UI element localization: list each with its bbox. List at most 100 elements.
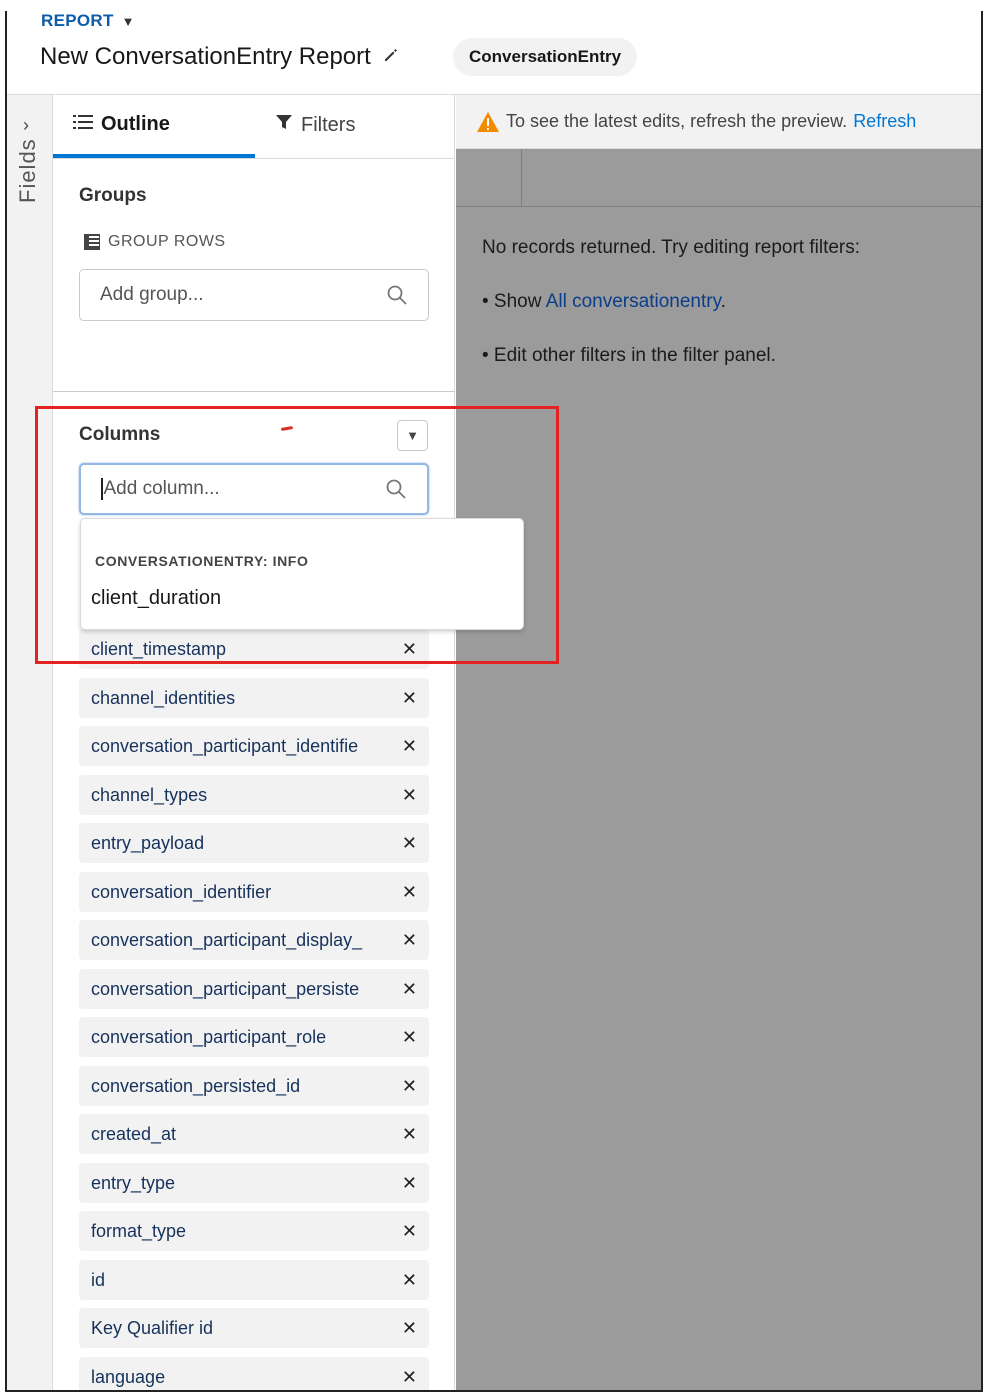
report-header: REPORT ▼ New ConversationEntry Report Co… xyxy=(7,11,981,95)
column-label: conversation_participant_identifie xyxy=(91,735,359,756)
dropdown-option[interactable]: client_duration xyxy=(91,587,221,610)
report-type-badge: ConversationEntry xyxy=(453,38,638,76)
column-item[interactable]: conversation_persisted_id ✕ xyxy=(79,1066,429,1106)
group-rows-text: GROUP ROWS xyxy=(108,233,226,250)
tab-filters[interactable]: Filters xyxy=(275,113,355,137)
remove-icon[interactable]: ✕ xyxy=(402,1076,417,1097)
column-item[interactable]: conversation_participant_persiste ✕ xyxy=(79,969,429,1009)
refresh-link[interactable]: Refresh xyxy=(853,111,916,132)
column-label: conversation_participant_display_ xyxy=(91,929,363,950)
fields-rail[interactable]: › Fields xyxy=(7,95,53,1390)
report-preview: To see the latest edits, refresh the pre… xyxy=(456,95,981,1390)
remove-icon[interactable]: ✕ xyxy=(402,833,417,854)
column-item[interactable]: format_type ✕ xyxy=(79,1211,429,1251)
show-all-link[interactable]: All conversationentry xyxy=(546,291,721,312)
column-item[interactable]: conversation_participant_role ✕ xyxy=(79,1017,429,1057)
column-label: created_at xyxy=(91,1123,177,1144)
report-type-menu[interactable]: REPORT ▼ xyxy=(41,11,135,31)
remove-icon[interactable]: ✕ xyxy=(402,1367,417,1388)
column-item[interactable]: id ✕ xyxy=(79,1260,429,1300)
column-item[interactable]: conversation_identifier ✕ xyxy=(79,872,429,912)
remove-icon[interactable]: ✕ xyxy=(402,1221,417,1242)
remove-icon[interactable]: ✕ xyxy=(402,1027,417,1048)
header-cell xyxy=(456,149,522,207)
report-title-text: New ConversationEntry Report xyxy=(40,43,371,70)
column-label: conversation_persisted_id xyxy=(91,1075,301,1096)
app-window: REPORT ▼ New ConversationEntry Report Co… xyxy=(5,11,983,1392)
column-label: conversation_participant_role xyxy=(91,1026,327,1047)
remove-icon[interactable]: ✕ xyxy=(402,1318,417,1339)
column-item[interactable]: entry_payload ✕ xyxy=(79,823,429,863)
chevron-right-icon[interactable]: › xyxy=(23,115,29,136)
column-label: entry_type xyxy=(91,1172,176,1193)
text-cursor xyxy=(101,477,103,500)
column-label: id xyxy=(91,1269,106,1290)
section-divider xyxy=(53,391,454,392)
refresh-notice: To see the latest edits, refresh the pre… xyxy=(456,95,981,149)
bullet-prefix: • Show xyxy=(482,291,546,312)
preview-table-header xyxy=(456,149,981,207)
add-column-input[interactable]: Add column... xyxy=(79,463,429,515)
panel-tabs: Outline Filters xyxy=(53,95,454,159)
tab-outline[interactable]: Outline xyxy=(73,113,170,136)
column-label: language xyxy=(91,1366,166,1387)
report-title: New ConversationEntry Report xyxy=(40,43,399,71)
column-suggestions-dropdown: CONVERSATIONENTRY: INFO client_duration xyxy=(80,518,524,630)
list-icon xyxy=(73,113,93,136)
column-item[interactable]: language ✕ xyxy=(79,1357,429,1390)
groups-heading: Groups xyxy=(79,185,147,206)
remove-icon[interactable]: ✕ xyxy=(402,736,417,757)
column-label: conversation_identifier xyxy=(91,881,272,902)
remove-icon[interactable]: ✕ xyxy=(402,930,417,951)
add-column-field[interactable]: Add column... xyxy=(101,477,385,500)
column-label: channel_identities xyxy=(91,687,236,708)
pencil-icon[interactable] xyxy=(383,47,399,68)
remove-icon[interactable]: ✕ xyxy=(402,1173,417,1194)
column-item[interactable]: channel_types ✕ xyxy=(79,775,429,815)
column-label: conversation_participant_persiste xyxy=(91,978,360,999)
search-icon xyxy=(385,478,407,500)
remove-icon[interactable]: ✕ xyxy=(402,785,417,806)
columns-heading: Columns xyxy=(79,424,161,445)
column-item[interactable]: created_at ✕ xyxy=(79,1114,429,1154)
report-label: REPORT xyxy=(41,11,114,30)
tab-filters-label: Filters xyxy=(301,113,356,136)
columns-menu-button[interactable]: ▼ xyxy=(397,420,428,451)
tab-outline-label: Outline xyxy=(101,113,170,135)
bullet-suffix: . xyxy=(720,291,726,312)
search-icon xyxy=(386,284,408,306)
filter-icon xyxy=(275,113,293,137)
caret-down-icon: ▼ xyxy=(121,13,135,29)
column-item[interactable]: channel_identities ✕ xyxy=(79,678,429,718)
column-item[interactable]: client_timestamp ✕ xyxy=(79,629,429,669)
remove-icon[interactable]: ✕ xyxy=(402,1270,417,1291)
add-column-placeholder: Add column... xyxy=(103,478,220,499)
caret-down-icon: ▼ xyxy=(406,428,419,443)
remove-icon[interactable]: ✕ xyxy=(402,688,417,709)
remove-icon[interactable]: ✕ xyxy=(402,639,417,660)
no-records-message: No records returned. Try editing report … xyxy=(482,237,861,258)
column-item[interactable]: Key Qualifier id ✕ xyxy=(79,1308,429,1348)
add-group-placeholder: Add group... xyxy=(100,284,204,305)
outline-panel: Outline Filters Groups GROUP ROWS Add gr… xyxy=(53,95,455,1390)
column-item[interactable]: entry_type ✕ xyxy=(79,1163,429,1203)
column-label: Key Qualifier id xyxy=(91,1317,214,1338)
remove-icon[interactable]: ✕ xyxy=(402,1124,417,1145)
notice-text: To see the latest edits, refresh the pre… xyxy=(506,111,848,131)
remove-icon[interactable]: ✕ xyxy=(402,979,417,1000)
column-label: channel_types xyxy=(91,784,208,805)
fields-label[interactable]: Fields xyxy=(15,138,41,203)
show-all-hint: • Show All conversationentry. xyxy=(482,291,726,313)
column-label: format_type xyxy=(91,1220,187,1241)
group-rows-label: GROUP ROWS xyxy=(84,233,226,251)
column-item[interactable]: conversation_participant_identifie ✕ xyxy=(79,726,429,766)
edit-filters-hint: • Edit other filters in the filter panel… xyxy=(482,345,776,366)
annotation-mark xyxy=(280,425,294,432)
column-label: entry_payload xyxy=(91,832,205,853)
add-group-input[interactable]: Add group... xyxy=(79,269,429,321)
dropdown-section-header: CONVERSATIONENTRY: INFO xyxy=(95,553,309,569)
remove-icon[interactable]: ✕ xyxy=(402,882,417,903)
active-tab-indicator xyxy=(53,154,255,158)
column-item[interactable]: conversation_participant_display_ ✕ xyxy=(79,920,429,960)
table-icon xyxy=(84,234,100,250)
